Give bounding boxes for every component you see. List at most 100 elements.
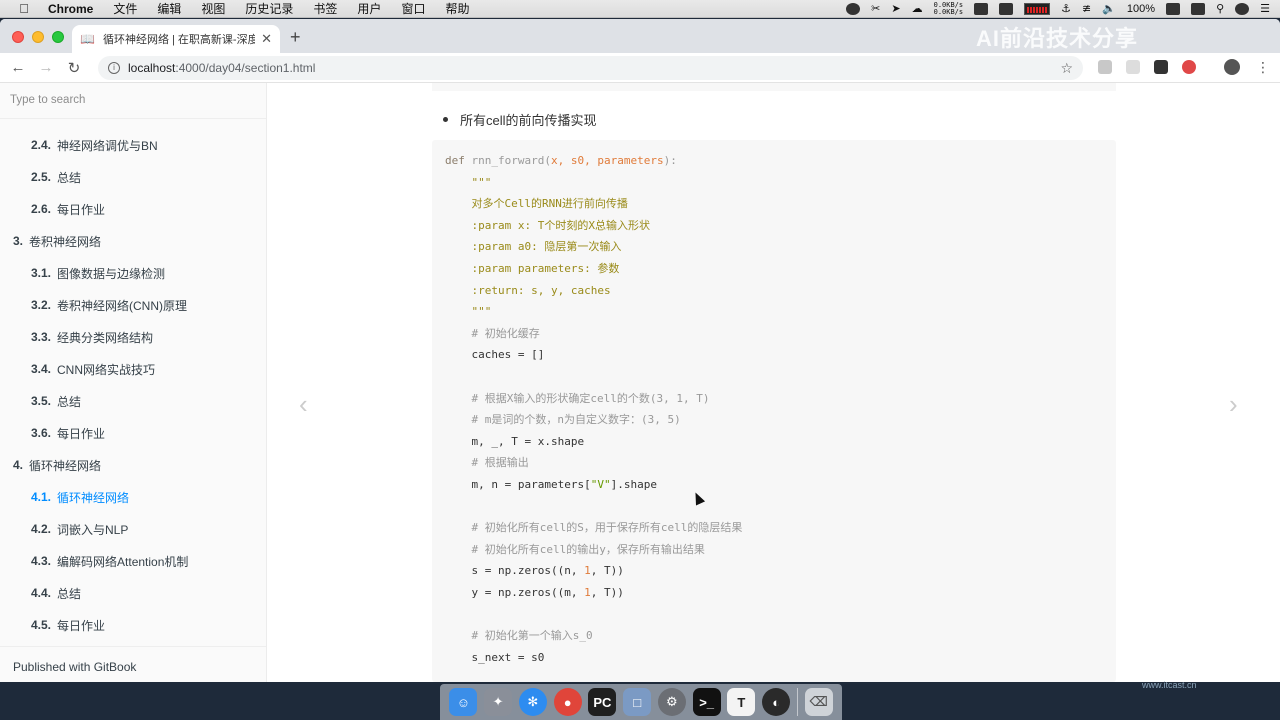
code-token: ): — [663, 154, 677, 167]
published-with-gitbook-link[interactable]: Published with GitBook — [0, 646, 266, 682]
sidebar-item[interactable]: 4. 循环神经网络 — [0, 449, 266, 481]
gitbook-page: Type to search 2.4. 神经网络调优与BN 2.5. 总结 2.6. 每日… — [0, 83, 1280, 682]
menu-file[interactable]: 文件 — [103, 0, 147, 17]
network-speed: 0.0KB/s 0.0KB/s — [933, 0, 964, 16]
cpu-graph-icon[interactable] — [1024, 2, 1051, 15]
tab-strip: 📖 循环神经网络 | 在职高新课-深度 ✕ + AI前沿技术分享 — [0, 19, 1280, 53]
siri-icon[interactable] — [1235, 2, 1250, 15]
book-body: 所有cell的前向传播实现 ‹ › def rnn_forward(x, s0,… — [267, 83, 1280, 682]
cloud-icon[interactable]: ☁ — [912, 2, 923, 15]
dock-separator — [796, 688, 798, 716]
sidebar-item[interactable]: 4.1. 循环神经网络 — [0, 481, 266, 513]
apple-menu-icon[interactable]:  — [10, 1, 38, 16]
url-host: localhost — [128, 61, 176, 75]
system-preferences-icon[interactable]: ⚙ — [657, 688, 686, 716]
back-button[interactable]: ← — [4, 59, 32, 76]
menu-bookmarks[interactable]: 书签 — [303, 0, 347, 17]
forward-button[interactable]: → — [32, 59, 60, 76]
trash-icon[interactable]: ⌫ — [804, 688, 833, 716]
extension-shield-icon[interactable] — [1182, 60, 1196, 74]
menu-people[interactable]: 用户 — [347, 0, 391, 17]
list-item: 所有cell的前向传播实现 — [443, 110, 597, 129]
status-app-icon[interactable] — [846, 2, 861, 15]
code-line: 对多个Cell的RNN进行前向传播 — [445, 193, 742, 215]
keynote-icon[interactable]: □ — [623, 688, 652, 716]
sidebar-item[interactable]: 2.5. 总结 — [0, 161, 266, 193]
code-token: # 根据输出 — [471, 456, 529, 470]
menu-history[interactable]: 历史记录 — [235, 0, 303, 17]
terminal-icon[interactable]: >_ — [692, 688, 721, 716]
sidebar-item[interactable]: 3.2. 卷积神经网络(CNN)原理 — [0, 289, 266, 321]
sidebar-item[interactable]: 4.2. 词嵌入与NLP — [0, 513, 266, 545]
code-line: # 根据输出 — [445, 452, 742, 474]
profile-avatar[interactable] — [1224, 59, 1240, 75]
launchpad-icon[interactable]: ✦ — [484, 688, 513, 716]
sidebar-item[interactable]: 3.4. CNN网络实战技巧 — [0, 353, 266, 385]
code-line: # 初始化所有cell的S，用于保存所有cell的隐层结果 — [445, 517, 743, 539]
menu-app-chrome[interactable]: Chrome — [38, 2, 103, 16]
reload-button[interactable]: ↻ — [60, 59, 88, 77]
send-icon[interactable]: ➤ — [891, 2, 900, 15]
memory-icon[interactable] — [999, 2, 1014, 15]
maximize-window-button[interactable] — [52, 31, 64, 43]
volume-icon[interactable]: 🔈 — [1102, 2, 1116, 15]
code-token: y = np.zeros((m, — [445, 585, 585, 599]
typora-icon[interactable]: T — [727, 688, 756, 716]
code-line: m, _, T = x.shape — [445, 431, 742, 453]
pycharm-icon[interactable]: PC — [588, 688, 617, 716]
sidebar-item[interactable]: 2.4. 神经网络调优与BN — [0, 129, 266, 161]
next-page-arrow[interactable]: › — [1229, 389, 1238, 420]
docker-icon[interactable]: ⚓ — [1061, 2, 1071, 15]
address-bar[interactable]: i localhost:4000/day04/section1.html ☆ — [98, 56, 1083, 80]
scissors-icon[interactable]: ✂ — [871, 2, 880, 15]
sidebar-item[interactable]: 3.3. 经典分类网络结构 — [0, 321, 266, 353]
code-line: caches = [] — [445, 344, 742, 366]
sidebar-item[interactable]: 3.5. 总结 — [0, 385, 266, 417]
extension-x-icon[interactable] — [1154, 60, 1168, 74]
sidebar-item[interactable]: 3. 卷积神经网络 — [0, 225, 266, 257]
new-tab-button[interactable]: + — [290, 27, 301, 48]
extension-grid-icon[interactable] — [1098, 60, 1112, 74]
close-window-button[interactable] — [12, 31, 24, 43]
spotlight-search-icon[interactable]: ⚲ — [1216, 2, 1224, 15]
sidebar-item[interactable]: 4.3. 编解码网络Attention机制 — [0, 545, 266, 577]
finder-icon[interactable]: ☺ — [449, 688, 478, 716]
search-input[interactable]: Type to search — [0, 83, 266, 119]
battery-status[interactable]: 100% — [1127, 3, 1155, 15]
extension-cursor-icon[interactable] — [1126, 60, 1140, 74]
menu-window[interactable]: 窗口 — [391, 0, 435, 17]
site-info-icon[interactable]: i — [108, 62, 120, 74]
code-token: ].shape — [610, 477, 657, 491]
wifi-icon[interactable]: ≇ — [1082, 2, 1091, 15]
code-token: # 初始化第一个输入s_0 — [471, 629, 593, 643]
close-tab-icon[interactable]: ✕ — [261, 31, 272, 47]
minimize-window-button[interactable] — [32, 31, 44, 43]
safari-icon[interactable]: ✻ — [518, 688, 547, 716]
sidebar-item-label: 经典分类网络结构 — [57, 330, 154, 345]
input-method-icon[interactable] — [1191, 2, 1206, 15]
notification-center-icon[interactable]: ☰ — [1260, 2, 1270, 15]
sidebar-item-number: 3.2. — [31, 298, 52, 312]
bookmark-star-icon[interactable]: ☆ — [1060, 60, 1073, 77]
menu-edit[interactable]: 编辑 — [147, 0, 191, 17]
sidebar-item[interactable]: 2.6. 每日作业 — [0, 193, 266, 225]
more-menu-icon[interactable]: ⋮ — [1256, 59, 1270, 76]
tab-active[interactable]: 📖 循环神经网络 | 在职高新课-深度 ✕ — [72, 25, 280, 53]
code-token: :return: s, y, caches — [471, 283, 611, 297]
code-line: :param parameters: 参数 — [445, 258, 742, 280]
prev-page-arrow[interactable]: ‹ — [299, 389, 308, 420]
obs-icon[interactable]: ◐ — [762, 688, 791, 716]
sidebar-item[interactable]: 4.5. 每日作业 — [0, 609, 266, 641]
chrome-icon[interactable]: ● — [553, 688, 582, 716]
document-icon[interactable] — [974, 2, 989, 15]
menu-help[interactable]: 帮助 — [435, 0, 479, 17]
code-content: def rnn_forward(x, s0, parameters): """ … — [445, 150, 742, 668]
sidebar-item-number: 4.4. — [31, 586, 52, 600]
browser-toolbar: ← → ↻ i localhost:4000/day04/section1.ht… — [0, 53, 1280, 83]
sidebar-item[interactable]: 4.4. 总结 — [0, 577, 266, 609]
code-token: x, s0, parameters — [550, 154, 664, 167]
sidebar-item[interactable]: 3.1. 图像数据与边缘检测 — [0, 257, 266, 289]
sidebar-item[interactable]: 3.6. 每日作业 — [0, 417, 266, 449]
menu-view[interactable]: 视图 — [191, 0, 235, 17]
